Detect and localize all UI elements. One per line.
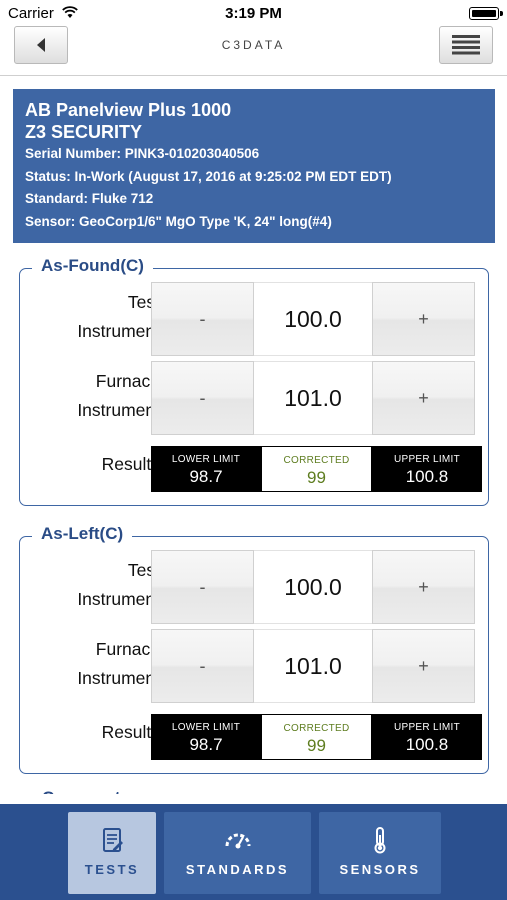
comment-title-text: Comment xyxy=(42,786,162,794)
standard-text: Standard: Fluke 712 xyxy=(25,191,154,206)
decrement-button[interactable]: - xyxy=(151,361,254,435)
furnace-instrument-row: Furnace Instrument - 101.0 + xyxy=(20,361,490,437)
lower-limit-caption: LOWER LIMIT xyxy=(171,454,241,465)
lower-limit-caption: LOWER LIMIT xyxy=(171,722,241,733)
lower-limit-box: LOWER LIMIT 98.7 xyxy=(151,714,261,760)
as-left-section: As-Left(C) Test Instrument - 100.0 + Fur… xyxy=(19,524,490,774)
clock: 3:19 PM xyxy=(225,5,282,22)
serial-number: Serial Number: PINK3-010203040506 xyxy=(25,146,260,161)
corrected-value: 99 xyxy=(307,468,326,487)
gauge-icon xyxy=(225,833,250,849)
upper-limit-caption: UPPER LIMIT xyxy=(393,454,461,465)
increment-button[interactable]: + xyxy=(372,629,475,703)
upper-limit-value: 100.8 xyxy=(405,467,449,486)
section-title: As-Found(C) xyxy=(32,256,153,276)
upper-limit-box: UPPER LIMIT 100.8 xyxy=(372,446,482,492)
row-label-line: Instrument xyxy=(77,400,160,420)
nav-bar: C3Data xyxy=(0,26,507,76)
row-label: Furnace Instrument xyxy=(34,635,160,693)
decrement-button[interactable]: - xyxy=(151,550,254,624)
as-found-section: As-Found(C) Test Instrument - 100.0 + Fu… xyxy=(19,256,490,506)
upper-limit-box: UPPER LIMIT 100.8 xyxy=(372,714,482,760)
row-label-line: Instrument xyxy=(77,668,160,688)
lower-limit-box: LOWER LIMIT 98.7 xyxy=(151,446,261,492)
row-label: Furnace Instrument xyxy=(34,367,160,425)
results-row: Results LOWER LIMIT 98.7 CORRECTED 99 UP… xyxy=(20,714,490,762)
tab-label: Tests xyxy=(84,862,140,877)
furnace-instrument-value[interactable]: 101.0 xyxy=(254,361,372,435)
decrement-button[interactable]: - xyxy=(151,629,254,703)
increment-button[interactable]: + xyxy=(372,282,475,356)
furnace-instrument-row: Furnace Instrument - 101.0 + xyxy=(20,629,490,705)
corrected-caption: CORRECTED xyxy=(283,723,350,734)
test-instrument-value[interactable]: 100.0 xyxy=(254,550,372,624)
test-instrument-row: Test Instrument - 100.0 + xyxy=(20,282,490,358)
row-label-line: Test xyxy=(127,560,160,580)
hamburger-icon xyxy=(452,35,480,55)
row-label-line: Furnace xyxy=(95,639,160,659)
thermometer-icon xyxy=(374,827,386,854)
corrected-caption: CORRECTED xyxy=(283,455,350,466)
menu-button[interactable] xyxy=(439,26,493,64)
clipboard-icon xyxy=(103,828,123,852)
results-label: Results xyxy=(101,722,160,742)
instrument-location: Z3 SECURITY xyxy=(25,122,143,142)
results-row: Results LOWER LIMIT 98.7 CORRECTED 99 UP… xyxy=(20,446,490,494)
results-label: Results xyxy=(101,454,160,474)
row-label-line: Instrument xyxy=(77,321,160,341)
status-text: Status: In-Work (August 17, 2016 at 9:25… xyxy=(25,168,392,184)
decrement-button[interactable]: - xyxy=(151,282,254,356)
increment-button[interactable]: + xyxy=(372,361,475,435)
tab-sensors[interactable]: Sensors xyxy=(319,812,441,894)
tab-standards[interactable]: Standards xyxy=(164,812,311,894)
tab-label: Standards xyxy=(185,862,290,877)
test-instrument-value[interactable]: 100.0 xyxy=(254,282,372,356)
corrected-box: CORRECTED 99 xyxy=(261,446,372,492)
comment-section-title: Comment xyxy=(42,782,162,794)
corrected-value: 99 xyxy=(307,736,326,755)
app-title: C3Data xyxy=(221,38,286,52)
sensor-text: Sensor: GeoCorp1/6" MgO Type 'K, 24" lon… xyxy=(25,213,332,229)
row-label-line: Test xyxy=(127,292,160,312)
status-bar: Carrier 3:19 PM xyxy=(0,0,507,26)
instrument-header: AB Panelview Plus 1000 Z3 SECURITY Seria… xyxy=(13,89,495,243)
tab-tests[interactable]: Tests xyxy=(68,812,156,894)
test-instrument-row: Test Instrument - 100.0 + xyxy=(20,550,490,626)
lower-limit-value: 98.7 xyxy=(189,735,223,754)
furnace-instrument-value[interactable]: 101.0 xyxy=(254,629,372,703)
instrument-name: AB Panelview Plus 1000 xyxy=(25,100,232,120)
row-label: Test Instrument xyxy=(34,556,160,614)
upper-limit-caption: UPPER LIMIT xyxy=(393,722,461,733)
section-title: As-Left(C) xyxy=(32,524,133,544)
tab-label: Sensors xyxy=(339,862,421,877)
lower-limit-value: 98.7 xyxy=(189,467,223,486)
row-label-line: Instrument xyxy=(77,589,160,609)
tab-bar: Tests Standards Sensors xyxy=(0,804,507,900)
row-label-line: Furnace xyxy=(95,371,160,391)
increment-button[interactable]: + xyxy=(372,550,475,624)
battery-icon xyxy=(469,7,503,20)
upper-limit-value: 100.8 xyxy=(405,735,449,754)
row-label: Test Instrument xyxy=(34,288,160,346)
corrected-box: CORRECTED 99 xyxy=(261,714,372,760)
